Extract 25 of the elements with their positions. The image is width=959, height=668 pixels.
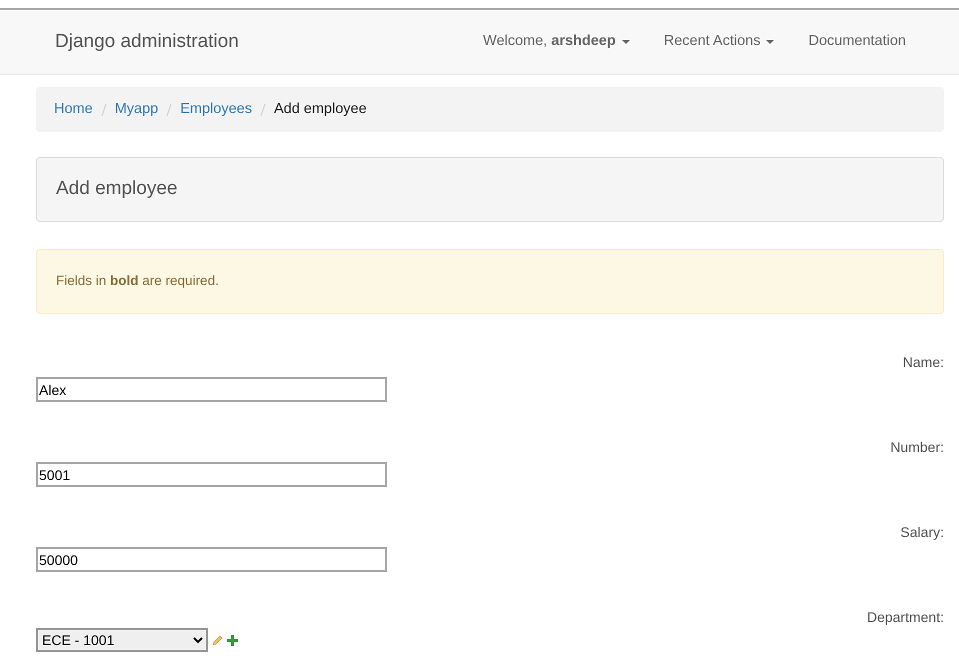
alert-text: Fields in bold are required.: [56, 272, 219, 290]
field-label: Number:: [890, 438, 944, 457]
plus-icon[interactable]: [227, 634, 238, 646]
page-title: Add employee: [56, 177, 178, 202]
nav-dropdown-link[interactable]: Recent Actions: [646, 31, 792, 53]
breadcrumb-link[interactable]: Home: [54, 98, 93, 120]
select-dropdown[interactable]: ECE - 1001: [36, 628, 208, 652]
breadcrumb-current: Add employee: [274, 100, 367, 119]
slash-separator-icon: [100, 104, 107, 116]
field-label: Name:: [902, 353, 944, 372]
text-input[interactable]: Alex: [36, 377, 387, 402]
slash-separator-icon: [166, 104, 172, 116]
site-title[interactable]: Django administration: [55, 28, 239, 56]
text-input[interactable]: 5001: [36, 462, 387, 487]
nav-dropdown-link[interactable]: Welcome, arshdeep: [466, 31, 647, 53]
pencil-icon[interactable]: [212, 634, 223, 646]
nav-link[interactable]: Documentation: [791, 31, 923, 53]
field-label: Department:: [866, 608, 944, 627]
breadcrumb-link[interactable]: Employees: [180, 98, 252, 120]
text-input[interactable]: 50000: [36, 547, 387, 572]
breadcrumb-link[interactable]: Myapp: [114, 98, 158, 120]
caret-icon: [622, 40, 630, 44]
slash-separator-icon: [260, 104, 266, 116]
field-label: Salary:: [900, 523, 944, 542]
caret-icon: [766, 40, 774, 44]
